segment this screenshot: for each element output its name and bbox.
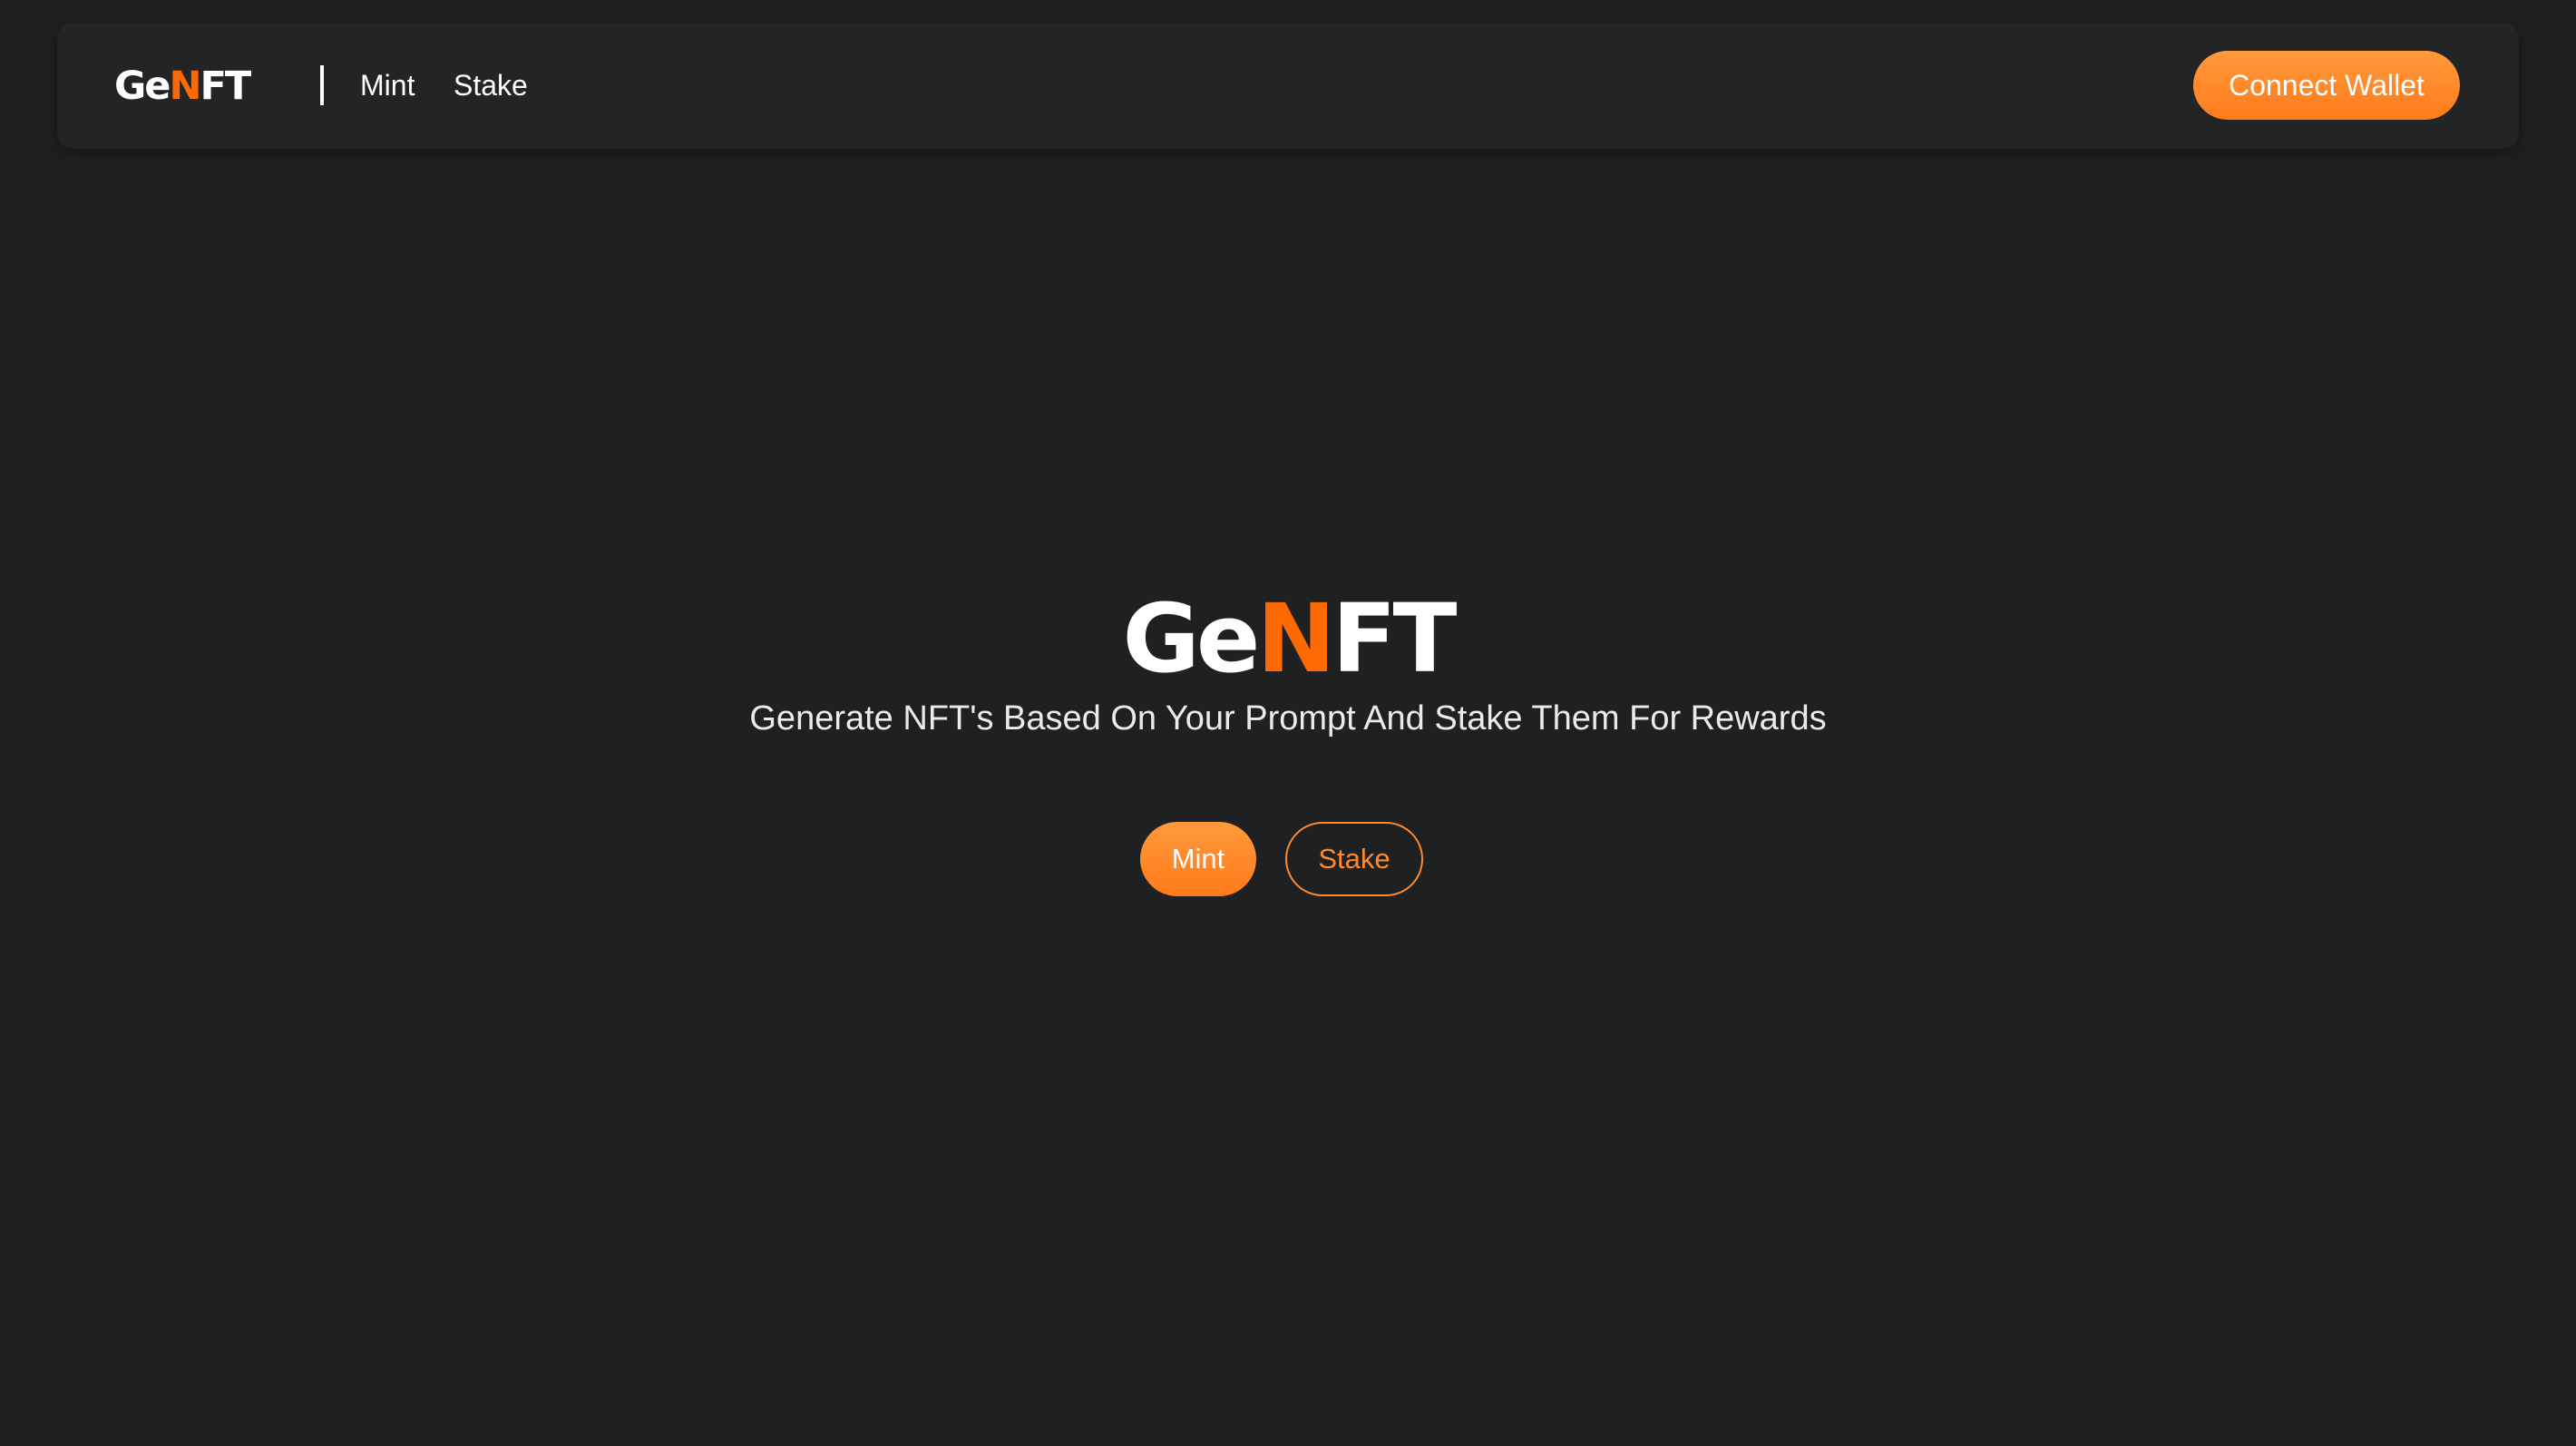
hero-stake-button[interactable]: Stake bbox=[1285, 822, 1423, 896]
hero-mint-button[interactable]: Mint bbox=[1140, 822, 1256, 896]
top-navbar: Ge N FT Mint Stake Connect Wallet bbox=[57, 23, 2519, 149]
hero-title-suffix: FT bbox=[1332, 582, 1457, 694]
logo-suffix: FT bbox=[200, 63, 251, 109]
logo-accent: N bbox=[169, 63, 201, 109]
hero-title-accent: N bbox=[1256, 582, 1335, 694]
connect-wallet-button[interactable]: Connect Wallet bbox=[2193, 51, 2460, 120]
hero-button-group: Mint Stake bbox=[0, 822, 2576, 896]
hero-title-prefix: Ge bbox=[1122, 582, 1261, 694]
nav-link-mint[interactable]: Mint bbox=[360, 23, 415, 149]
page: Ge N FT Mint Stake Connect Wallet GeNFT Ge… bbox=[0, 0, 2576, 1446]
navbar-logo[interactable]: Ge N FT bbox=[114, 23, 251, 149]
hero-title: GeNFT bbox=[0, 582, 2576, 695]
navbar-divider bbox=[320, 65, 324, 105]
logo-prefix: Ge bbox=[114, 63, 171, 109]
nav-link-stake[interactable]: Stake bbox=[454, 23, 528, 149]
hero-subtitle: Generate NFT's Based On Your Prompt And … bbox=[749, 699, 1827, 738]
